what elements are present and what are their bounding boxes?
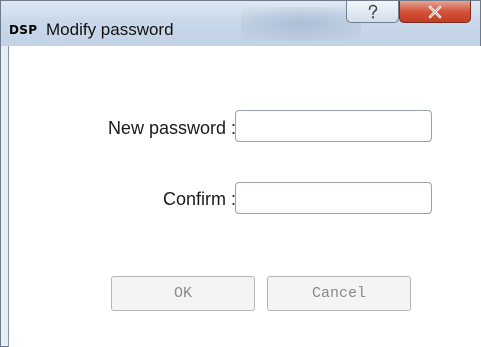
close-button[interactable] xyxy=(399,1,471,23)
app-logo-icon: DSP xyxy=(9,23,38,37)
help-button[interactable] xyxy=(346,1,399,23)
ok-button[interactable]: OK xyxy=(111,276,255,311)
title-bar[interactable]: DSP Modify password xyxy=(1,1,480,46)
question-mark-icon xyxy=(368,4,377,18)
new-password-field[interactable] xyxy=(235,110,432,142)
new-password-label: New password : xyxy=(107,118,236,138)
dialog-body: New password : Confirm : OK Cancel xyxy=(8,46,481,347)
modify-password-dialog: DSP Modify password New password : Confi… xyxy=(0,0,481,347)
titlebar-glass-reflection xyxy=(241,7,361,41)
window-title: Modify password xyxy=(46,20,174,39)
confirm-password-field[interactable] xyxy=(235,182,432,214)
close-x-icon xyxy=(428,5,442,18)
cancel-button[interactable]: Cancel xyxy=(267,276,411,311)
confirm-password-label: Confirm : xyxy=(162,189,236,209)
